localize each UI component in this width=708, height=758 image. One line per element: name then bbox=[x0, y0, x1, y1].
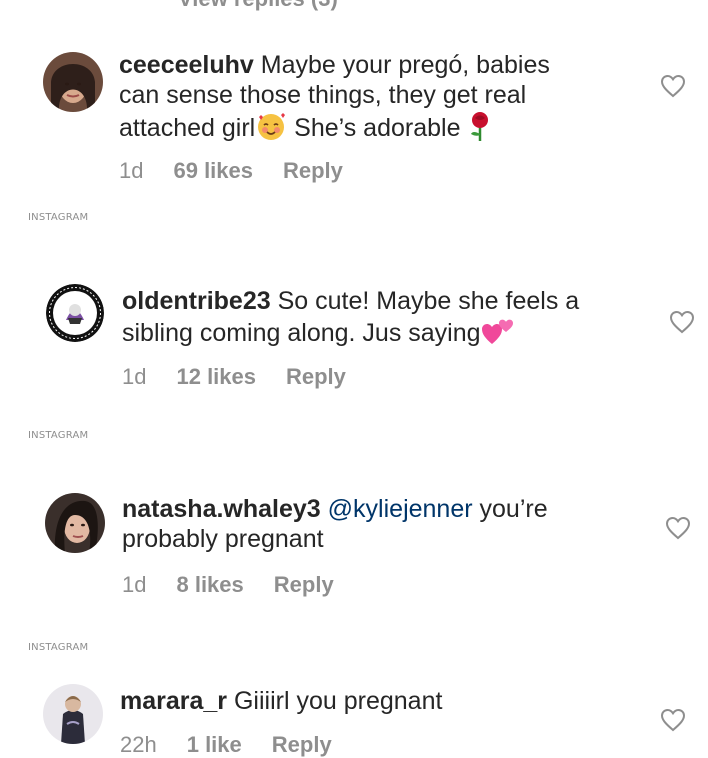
smiling-hearts-emoji-icon bbox=[255, 111, 287, 148]
comment-text: ceeceeluhv Maybe your pregó, babies can … bbox=[119, 50, 619, 149]
comment-text-line2: can sense those things, they get real bbox=[119, 81, 527, 109]
two-hearts-emoji-icon bbox=[481, 316, 515, 353]
heart-outline-icon[interactable] bbox=[660, 74, 686, 98]
timestamp: 22h bbox=[120, 732, 157, 757]
comment-text: natasha.whaley3 @kyliejenner you’re prob… bbox=[122, 494, 642, 554]
comment-text-line3b: She’s adorable bbox=[294, 114, 461, 143]
likes-count[interactable]: 8 likes bbox=[176, 572, 243, 598]
likes-count[interactable]: 1 like bbox=[187, 732, 242, 758]
avatar[interactable] bbox=[46, 284, 104, 342]
avatar[interactable] bbox=[43, 684, 103, 744]
watermark-label: INSTAGRAM bbox=[28, 212, 89, 223]
comment-meta: 1d 8 likes Reply bbox=[122, 572, 364, 598]
timestamp: 1d bbox=[119, 158, 144, 183]
comment-marara-r: marara_r Giiiirl you pregnant 22h 1 like… bbox=[0, 684, 708, 757]
comment-text-line1: So cute! Maybe she feels a bbox=[277, 287, 580, 315]
comment-meta: 1d 12 likes Reply bbox=[122, 364, 376, 390]
view-replies-link[interactable]: View replies (3) bbox=[178, 0, 338, 12]
watermark-label: INSTAGRAM bbox=[28, 642, 89, 653]
reply-button[interactable]: Reply bbox=[286, 364, 346, 390]
comment-text-line3a: attached girl bbox=[119, 114, 256, 143]
mention-link[interactable]: @kyliejenner bbox=[328, 495, 473, 523]
comment-text: oldentribe23 So cute! Maybe she feels a … bbox=[122, 286, 642, 353]
comment-text: marara_r Giiiirl you pregnant bbox=[120, 686, 640, 716]
heart-outline-icon[interactable] bbox=[669, 310, 695, 334]
watermark-label: INSTAGRAM bbox=[28, 430, 89, 441]
comment-oldentribe23: oldentribe23 So cute! Maybe she feels a … bbox=[0, 284, 708, 404]
username[interactable]: ceeceeluhv bbox=[119, 51, 254, 79]
comment-meta: 1d 69 likes Reply bbox=[119, 158, 373, 184]
timestamp: 1d bbox=[122, 364, 147, 389]
avatar[interactable] bbox=[43, 52, 103, 112]
likes-count[interactable]: 12 likes bbox=[176, 364, 256, 390]
username[interactable]: natasha.whaley3 bbox=[122, 495, 321, 523]
rose-emoji-icon bbox=[467, 110, 493, 149]
comment-text-line1: Maybe your pregó, babies bbox=[260, 51, 550, 79]
comment-meta: 22h 1 like Reply bbox=[120, 732, 362, 758]
reply-button[interactable]: Reply bbox=[283, 158, 343, 184]
comment-text-line2: probably pregnant bbox=[122, 525, 324, 553]
comment-natasha-whaley3: natasha.whaley3 @kyliejenner you’re prob… bbox=[0, 492, 708, 602]
comment-ceeceeluhv: ceeceeluhv Maybe your pregó, babies can … bbox=[0, 48, 708, 198]
heart-outline-icon[interactable] bbox=[660, 708, 686, 732]
comment-text-line1: Giiiirl you pregnant bbox=[233, 687, 443, 715]
username[interactable]: marara_r bbox=[120, 687, 227, 715]
avatar[interactable] bbox=[45, 493, 105, 553]
comment-text-line2: sibling coming along. Jus saying bbox=[122, 319, 481, 348]
reply-button[interactable]: Reply bbox=[274, 572, 334, 598]
comment-text-line1: you’re bbox=[479, 495, 548, 523]
likes-count[interactable]: 69 likes bbox=[173, 158, 253, 184]
reply-button[interactable]: Reply bbox=[272, 732, 332, 758]
heart-outline-icon[interactable] bbox=[665, 516, 691, 540]
timestamp: 1d bbox=[122, 572, 147, 597]
username[interactable]: oldentribe23 bbox=[122, 287, 271, 315]
